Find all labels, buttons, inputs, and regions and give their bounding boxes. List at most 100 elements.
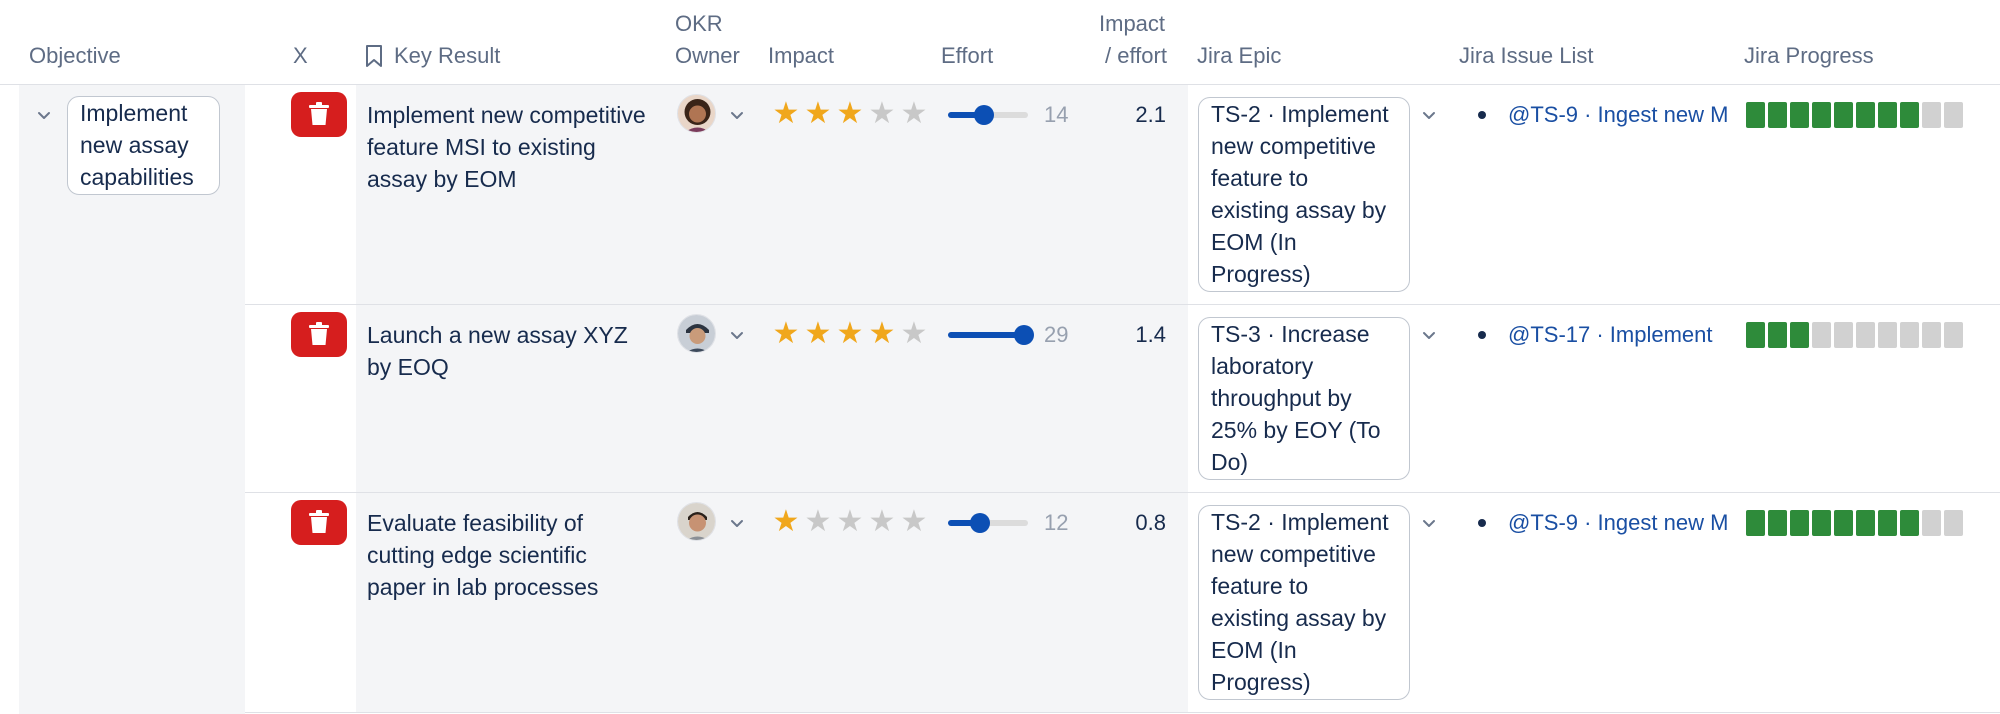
progress-segment — [1944, 510, 1963, 536]
key-result-line: paper in lab processes — [367, 574, 599, 600]
row-divider — [245, 712, 2000, 713]
trash-icon — [309, 510, 329, 533]
chevron-down-icon[interactable] — [728, 514, 746, 532]
jira-epic-select[interactable]: TS-3 · Increase laboratory throughput by… — [1198, 317, 1410, 480]
progress-segment — [1856, 102, 1875, 128]
slider-handle[interactable] — [1014, 325, 1034, 345]
header-impact-effort-line1: Impact — [1099, 11, 1166, 36]
effort-slider[interactable] — [948, 513, 1028, 533]
jira-progress-bar — [1746, 510, 1963, 536]
epic-line: throughput by — [1211, 385, 1352, 411]
progress-segment — [1922, 510, 1941, 536]
jira-issue-link[interactable]: @TS-9 · Ingest new MSI — [1508, 102, 1728, 127]
objective-line: Implement — [80, 100, 188, 126]
progress-segment — [1922, 102, 1941, 128]
key-result-text[interactable]: Evaluate feasibility of cutting edge sci… — [367, 507, 667, 603]
epic-line: 25% by EOY (To — [1211, 417, 1381, 443]
chevron-down-icon[interactable] — [1420, 514, 1438, 532]
key-result-line: Evaluate feasibility of — [367, 510, 584, 536]
star-icon[interactable]: ★ — [835, 507, 865, 537]
star-icon[interactable]: ★ — [803, 507, 833, 537]
effort-slider[interactable] — [948, 105, 1028, 125]
avatar[interactable] — [677, 502, 716, 541]
delete-button[interactable] — [291, 500, 347, 545]
slider-fill — [948, 332, 1024, 338]
impact-rating[interactable]: ★ ★ ★ ★ ★ — [771, 319, 929, 349]
jira-epic-select[interactable]: TS-2 · Implement new competitive feature… — [1198, 97, 1410, 292]
progress-segment — [1790, 322, 1809, 348]
star-icon[interactable]: ★ — [867, 507, 897, 537]
jira-issue-item: @TS-17 · Implement — [1476, 319, 1728, 351]
star-icon[interactable]: ★ — [899, 507, 929, 537]
star-icon[interactable]: ★ — [803, 319, 833, 349]
star-icon[interactable]: ★ — [771, 319, 801, 349]
slider-handle[interactable] — [974, 105, 994, 125]
bullet — [1478, 110, 1486, 119]
progress-segment — [1834, 102, 1853, 128]
jira-epic-select[interactable]: TS-2 · Implement new competitive feature… — [1198, 505, 1410, 700]
epic-line: EOM (In — [1211, 637, 1297, 663]
jira-issue-item: @TS-9 · Ingest new MSI — [1476, 507, 1728, 539]
key-result-line: assay by EOM — [367, 166, 517, 192]
header-x: X — [293, 43, 308, 68]
header-okr-owner-line2: Owner — [675, 43, 740, 68]
key-result-text[interactable]: Launch a new assay XYZ by EOQ — [367, 319, 667, 383]
chevron-down-icon[interactable] — [1420, 326, 1438, 344]
key-result-line: Implement new competitive — [367, 102, 646, 128]
chevron-down-icon[interactable] — [35, 106, 53, 124]
epic-line: Progress) — [1211, 669, 1311, 695]
header-key-result: Key Result — [394, 43, 501, 68]
star-icon[interactable]: ★ — [899, 319, 929, 349]
progress-segment — [1878, 510, 1897, 536]
star-icon[interactable]: ★ — [835, 319, 865, 349]
epic-line: feature to — [1211, 573, 1309, 599]
star-icon[interactable]: ★ — [867, 99, 897, 129]
key-result-line: feature MSI to existing — [367, 134, 596, 160]
progress-segment — [1746, 322, 1765, 348]
epic-line: existing assay by — [1211, 605, 1387, 631]
effort-value: 12 — [1044, 510, 1069, 535]
objective-line: new assay — [80, 132, 189, 158]
header-objective: Objective — [29, 43, 121, 68]
epic-line: new competitive — [1211, 133, 1376, 159]
header-jira-epic: Jira Epic — [1197, 43, 1282, 68]
key-result-text[interactable]: Implement new competitive feature MSI to… — [367, 99, 667, 195]
avatar[interactable] — [677, 314, 716, 353]
trash-icon — [309, 102, 329, 125]
star-icon[interactable]: ★ — [803, 99, 833, 129]
progress-segment — [1834, 510, 1853, 536]
chevron-down-icon[interactable] — [1420, 106, 1438, 124]
epic-line: TS-2 · Implement — [1211, 509, 1389, 535]
star-icon[interactable]: ★ — [835, 99, 865, 129]
star-icon[interactable]: ★ — [867, 319, 897, 349]
effort-slider[interactable] — [948, 325, 1034, 345]
progress-segment — [1812, 102, 1831, 128]
progress-segment — [1878, 322, 1897, 348]
chevron-down-icon[interactable] — [728, 106, 746, 124]
progress-segment — [1878, 102, 1897, 128]
progress-segment — [1900, 102, 1919, 128]
jira-issue-link[interactable]: @TS-17 · Implement — [1508, 322, 1713, 347]
objective-input[interactable]: Implement new assay capabilities — [67, 96, 220, 195]
star-icon[interactable]: ★ — [899, 99, 929, 129]
header-effort: Effort — [941, 43, 994, 68]
header-impact: Impact — [768, 43, 835, 68]
delete-button[interactable] — [291, 92, 347, 137]
impact-effort-value: 0.8 — [1135, 510, 1166, 535]
epic-line: TS-3 · Increase — [1211, 321, 1370, 347]
star-icon[interactable]: ★ — [771, 507, 801, 537]
impact-rating[interactable]: ★ ★ ★ ★ ★ — [771, 99, 929, 129]
impact-rating[interactable]: ★ ★ ★ ★ ★ — [771, 507, 929, 537]
progress-segment — [1812, 510, 1831, 536]
jira-issue-link[interactable]: @TS-9 · Ingest new MSI — [1508, 510, 1728, 535]
bullet — [1478, 518, 1486, 527]
epic-line: feature to — [1211, 165, 1309, 191]
chevron-down-icon[interactable] — [728, 326, 746, 344]
effort-value: 29 — [1044, 322, 1069, 347]
impact-effort-value: 1.4 — [1135, 322, 1166, 347]
slider-handle[interactable] — [970, 513, 990, 533]
key-result-line: cutting edge scientific — [367, 542, 587, 568]
star-icon[interactable]: ★ — [771, 99, 801, 129]
avatar[interactable] — [677, 94, 716, 133]
delete-button[interactable] — [291, 312, 347, 357]
